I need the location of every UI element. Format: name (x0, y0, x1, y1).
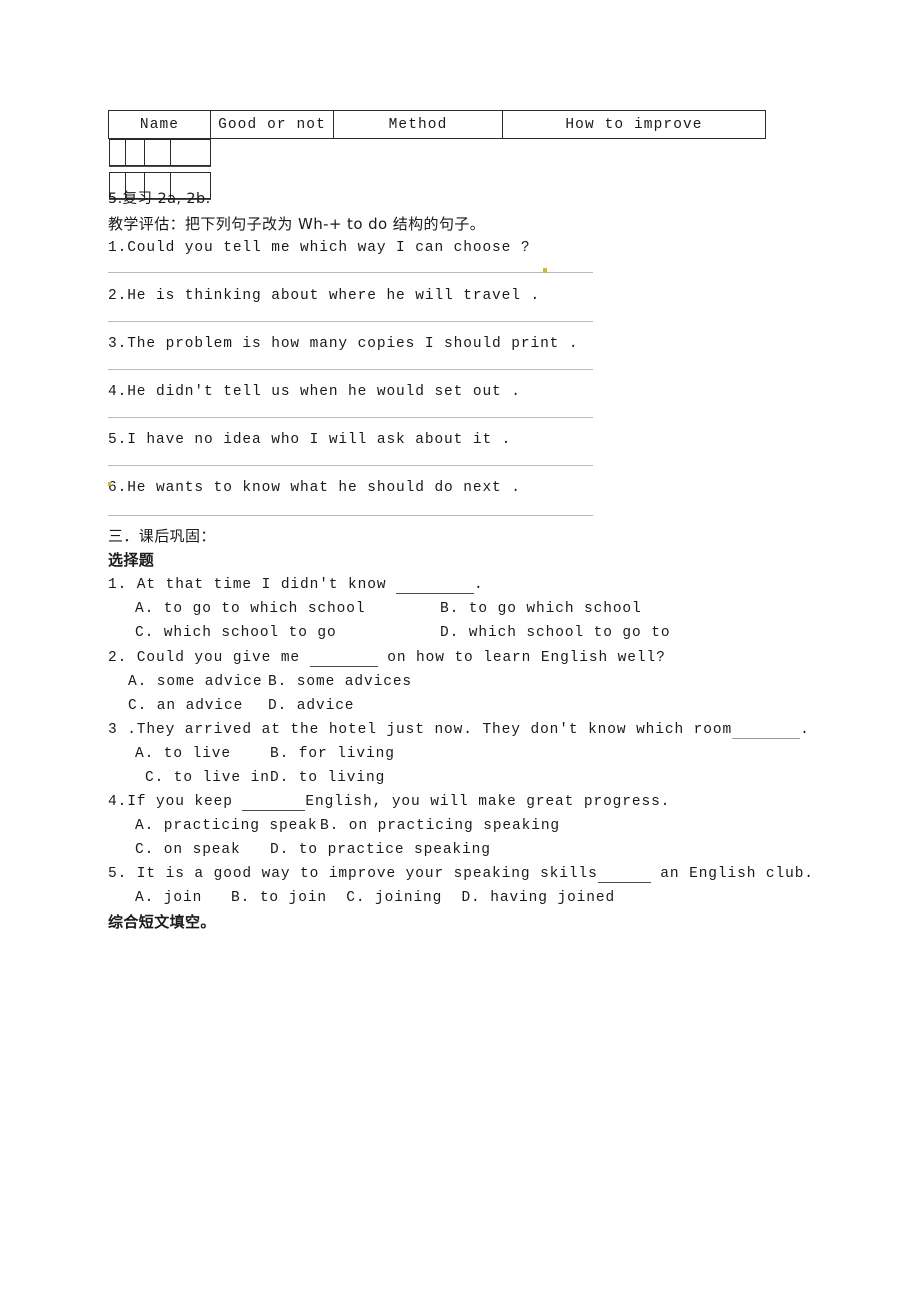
question-4-blank[interactable] (242, 795, 306, 811)
question-4-stem-before: 4.If you keep (108, 794, 243, 810)
section-heading: 三．课后巩固： (108, 527, 216, 545)
table-header-method: Method (333, 110, 503, 139)
question-5-stem-after: an English club. (650, 866, 814, 882)
answer-line[interactable] (108, 321, 593, 322)
question-4-option-b[interactable]: B. on practicing speaking (320, 819, 560, 834)
table-cell-method[interactable] (143, 139, 171, 166)
table-cell-name[interactable] (108, 139, 126, 166)
table-header-good-or-not: Good or not (210, 110, 334, 139)
rewrite-sentence-2: 2.He is thinking about where he will tra… (108, 288, 541, 304)
question-4-option-d[interactable]: D. to practice speaking (270, 843, 491, 858)
table-header-row: Name Good or not Method How to improve (108, 110, 766, 139)
answer-line[interactable] (108, 515, 593, 516)
question-5-options[interactable]: A. join B. to join C. joining D. having … (135, 891, 615, 906)
question-2-option-b[interactable]: B. some advices (268, 675, 412, 690)
rewrite-sentence-4: 4.He didn't tell us when he would set ou… (108, 384, 521, 400)
question-5-stem-before: 5. It is a good way to improve your spea… (108, 866, 598, 882)
table-row[interactable] (108, 139, 211, 167)
closing-heading: 综合短文填空。 (108, 913, 216, 931)
review-item-5: 5.复习 2a, 2b. (108, 191, 211, 207)
review-instruction: 教学评估：把下列句子改为 Wh-+ to do 结构的句子。 (108, 215, 486, 233)
answer-line[interactable] (108, 465, 593, 466)
rewrite-sentence-1: 1.Could you tell me which way I can choo… (108, 240, 531, 256)
question-2-option-d[interactable]: D. advice (268, 699, 354, 714)
table-header-name: Name (108, 110, 211, 139)
question-4-stem-after: English, you will make great progress. (305, 794, 671, 810)
question-1-option-b[interactable]: B. to go which school (440, 602, 642, 617)
rewrite-sentence-3: 3.The problem is how many copies I shoul… (108, 336, 579, 352)
question-1-option-c[interactable]: C. which school to go (135, 626, 337, 641)
question-3-blank[interactable] (732, 723, 801, 739)
question-2-option-a[interactable]: A. some advice (128, 675, 262, 690)
question-4-option-a[interactable]: A. practicing speak (135, 819, 317, 834)
annotation-mark (108, 482, 111, 486)
question-3-stem-after: . (800, 722, 810, 738)
question-3-stem-before: 3 .They arrived at the hotel just now. T… (108, 722, 733, 738)
answer-line[interactable] (108, 272, 593, 273)
question-1-option-d[interactable]: D. which school to go to (440, 626, 670, 641)
question-4-option-c[interactable]: C. on speak (135, 843, 241, 858)
question-1-blank[interactable] (396, 578, 475, 594)
table-cell-how-to-improve[interactable] (169, 139, 211, 166)
question-1-stem: 1. At that time I didn't know . (108, 578, 484, 594)
rewrite-sentence-6: 6.He wants to know what he should do nex… (108, 480, 521, 496)
question-3-option-b[interactable]: B. for living (270, 747, 395, 762)
question-2-option-c[interactable]: C. an advice (128, 699, 243, 714)
rewrite-sentence-5: 5.I have no idea who I will ask about it… (108, 432, 512, 448)
question-5-stem: 5. It is a good way to improve your spea… (108, 867, 814, 883)
annotation-mark (543, 268, 547, 273)
question-1-option-a[interactable]: A. to go to which school (135, 602, 365, 617)
document-page: Name Good or not Method How to improve 5… (0, 0, 920, 1302)
question-4-stem: 4.If you keep English, you will make gre… (108, 795, 670, 811)
question-2-blank[interactable] (309, 651, 378, 667)
question-1-stem-after: . (474, 577, 484, 593)
question-1-stem-before: 1. At that time I didn't know (108, 577, 397, 593)
question-2-stem-before: 2. Could you give me (108, 650, 310, 666)
answer-line[interactable] (108, 369, 593, 370)
question-3-option-c[interactable]: C. to live in (145, 771, 270, 786)
question-3-option-d[interactable]: D. to living (270, 771, 385, 786)
question-3-stem: 3 .They arrived at the hotel just now. T… (108, 723, 810, 739)
answer-line[interactable] (108, 417, 593, 418)
table-header-how-to-improve: How to improve (502, 110, 766, 139)
question-2-stem: 2. Could you give me on how to learn Eng… (108, 651, 666, 667)
section-subheading: 选择题 (108, 551, 155, 569)
question-3-option-a[interactable]: A. to live (135, 747, 231, 762)
question-2-stem-after: on how to learn English well? (377, 650, 666, 666)
table-cell-good-or-not[interactable] (124, 139, 145, 166)
question-5-blank[interactable] (597, 867, 651, 883)
